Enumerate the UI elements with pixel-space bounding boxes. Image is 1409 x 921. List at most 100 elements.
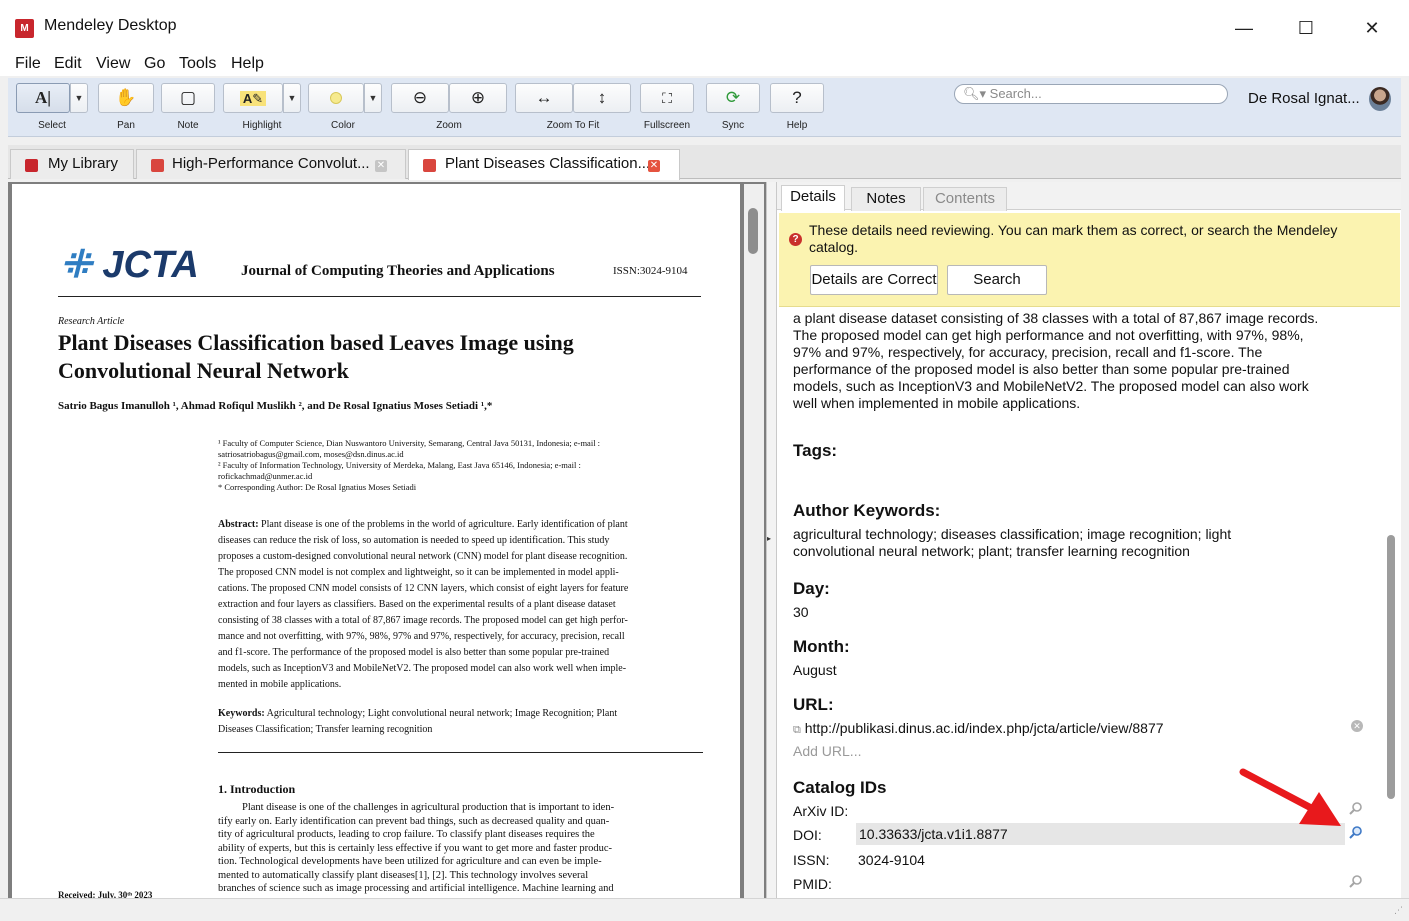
tab-plant-diseases[interactable]: Plant Diseases Classification... ✕ bbox=[408, 149, 680, 180]
tab-notes[interactable]: Notes bbox=[851, 187, 921, 211]
maximize-button[interactable]: ☐ bbox=[1286, 14, 1326, 42]
fullscreen-label: Fullscreen bbox=[643, 120, 691, 131]
pan-label: Pan bbox=[117, 120, 135, 131]
close-tab-icon[interactable]: ✕ bbox=[648, 160, 660, 172]
color-dropdown-arrow[interactable]: ▼ bbox=[364, 83, 382, 113]
fit-height-button[interactable]: ↕ bbox=[573, 83, 631, 113]
pdf-scrollbar-thumb[interactable] bbox=[748, 208, 758, 254]
select-dropdown-arrow[interactable]: ▼ bbox=[70, 83, 88, 113]
highlight-label: Highlight bbox=[242, 120, 282, 131]
tab-label: My Library bbox=[48, 155, 119, 172]
minimize-button[interactable]: — bbox=[1224, 14, 1264, 42]
text-line: and f1-score. The performance of the pro… bbox=[218, 647, 610, 658]
pdf-keywords: Keywords: Agricultural technology; Light… bbox=[218, 708, 618, 735]
search-input[interactable]: 🔍︎▾ Search... bbox=[954, 84, 1228, 104]
warning-icon: ? bbox=[789, 233, 802, 246]
clear-url-icon[interactable]: ✕ bbox=[1351, 720, 1363, 732]
details-correct-button[interactable]: Details are Correct bbox=[810, 265, 938, 295]
abstract-field[interactable]: a plant disease dataset consisting of 38… bbox=[793, 310, 1368, 412]
highlight-tool-button[interactable]: A✎ bbox=[223, 83, 283, 113]
day-label: Day: bbox=[793, 579, 830, 598]
menu-help[interactable]: Help bbox=[231, 55, 264, 73]
tab-high-performance[interactable]: High-Performance Convolut... ✕ bbox=[136, 149, 406, 179]
zoom-in-button[interactable]: ⊕ bbox=[449, 83, 507, 113]
pdf-icon bbox=[151, 159, 164, 172]
close-tab-icon[interactable]: ✕ bbox=[375, 160, 387, 172]
pdf-scrollbar[interactable] bbox=[744, 184, 764, 898]
tab-details[interactable]: Details bbox=[781, 185, 845, 211]
pdf-abstract: Abstract: Plant disease is one of the pr… bbox=[218, 517, 703, 693]
day-value[interactable]: 30 bbox=[793, 604, 809, 620]
text-line: well when implemented in mobile applicat… bbox=[793, 395, 1081, 411]
resize-grip-icon[interactable]: ⋰ bbox=[1394, 905, 1403, 916]
select-tool-button[interactable]: A| bbox=[16, 83, 70, 113]
menu-go[interactable]: Go bbox=[144, 55, 165, 73]
jcta-logo-mark-icon: ⁜ bbox=[60, 244, 92, 286]
doi-label: DOI: bbox=[793, 827, 822, 843]
text-line: rofickachmad@unmer.ac.id bbox=[218, 471, 313, 481]
details-scrollbar-thumb[interactable] bbox=[1387, 535, 1395, 799]
zoom-in-icon: ⊕ bbox=[470, 88, 486, 107]
hand-icon: ✋ bbox=[115, 88, 137, 107]
text-line: cations. The proposed CNN model consists… bbox=[218, 583, 629, 594]
help-button[interactable]: ? bbox=[770, 83, 824, 113]
toolbar: A| ▼ ✋ ▢ A✎ ▼ ▼ ⊖ ⊕ ↔ ↕ ⛶ ⟳ ? Select Pan… bbox=[8, 78, 1401, 137]
collapse-arrow-icon[interactable]: ▸ bbox=[767, 534, 771, 543]
avatar[interactable] bbox=[1369, 87, 1391, 111]
menu-view[interactable]: View bbox=[96, 55, 130, 73]
pmid-label: PMID: bbox=[793, 876, 832, 892]
user-name[interactable]: De Rosal Ignat... bbox=[1248, 90, 1360, 107]
menu-file[interactable]: File bbox=[15, 55, 41, 73]
author-keywords-value[interactable]: agricultural technology; diseases classi… bbox=[793, 526, 1231, 560]
note-label: Note bbox=[177, 120, 199, 131]
pdf-viewer[interactable]: ⁜ JCTA Journal of Computing Theories and… bbox=[8, 182, 766, 898]
pan-tool-button[interactable]: ✋ bbox=[98, 83, 154, 113]
fit-width-button[interactable]: ↔ bbox=[515, 83, 573, 113]
close-button[interactable]: ✕ bbox=[1352, 14, 1392, 42]
add-url-link[interactable]: Add URL... bbox=[793, 743, 861, 759]
tab-contents[interactable]: Contents bbox=[923, 187, 1007, 211]
header-rule bbox=[58, 296, 701, 297]
doi-lookup-icon[interactable] bbox=[1349, 825, 1363, 839]
issn-value[interactable]: 3024-9104 bbox=[858, 852, 925, 868]
menu-edit[interactable]: Edit bbox=[54, 55, 82, 73]
color-label: Color bbox=[331, 120, 355, 131]
url-value[interactable]: http://publikasi.dinus.ac.id/index.php/j… bbox=[805, 720, 1164, 736]
pane-splitter[interactable]: ▸ bbox=[766, 182, 776, 898]
text-line: ² Faculty of Information Technology, Uni… bbox=[218, 460, 581, 470]
pmid-lookup-icon[interactable] bbox=[1349, 874, 1363, 888]
color-button[interactable] bbox=[308, 83, 364, 113]
paper-authors: Satrio Bagus Imanulloh ¹, Ahmad Rofiqul … bbox=[58, 400, 493, 412]
text-line: models, such as InceptionV3 and MobileNe… bbox=[218, 663, 627, 674]
journal-issn: ISSN:3024-9104 bbox=[613, 265, 688, 277]
text-line: 97% and 97%, respectively, for accuracy,… bbox=[793, 344, 1263, 360]
issn-label: ISSN: bbox=[793, 852, 830, 868]
mendeley-app-icon: M bbox=[15, 19, 34, 38]
text-line: tify early on. Early identification can … bbox=[218, 815, 610, 827]
note-tool-button[interactable]: ▢ bbox=[161, 83, 215, 113]
text-line: * Corresponding Author: De Rosal Ignatiu… bbox=[218, 482, 417, 492]
month-value[interactable]: August bbox=[793, 662, 837, 678]
details-scrollbar[interactable] bbox=[1380, 310, 1400, 898]
menu-tools[interactable]: Tools bbox=[179, 55, 216, 73]
text-line: models, such as InceptionV3 and MobileNe… bbox=[793, 378, 1309, 394]
document-tab-bar: My Library High-Performance Convolut... … bbox=[8, 145, 1401, 180]
text-line: ability of experts, but this is certainl… bbox=[218, 842, 613, 854]
tags-label: Tags: bbox=[793, 441, 838, 460]
zoom-out-button[interactable]: ⊖ bbox=[391, 83, 449, 113]
pdf-page[interactable]: ⁜ JCTA Journal of Computing Theories and… bbox=[12, 184, 740, 898]
help-label: Help bbox=[786, 120, 808, 131]
search-catalog-button[interactable]: Search bbox=[947, 265, 1047, 295]
arxiv-label: ArXiv ID: bbox=[793, 803, 849, 819]
url-row[interactable]: ⧉ http://publikasi.dinus.ac.id/index.php… bbox=[793, 720, 1164, 737]
sync-button[interactable]: ⟳ bbox=[706, 83, 760, 113]
fullscreen-button[interactable]: ⛶ bbox=[640, 83, 694, 113]
fullscreen-icon: ⛶ bbox=[662, 90, 672, 106]
select-label: Select bbox=[38, 120, 66, 131]
highlight-dropdown-arrow[interactable]: ▼ bbox=[283, 83, 301, 113]
text-line: diseases can reduce the risk of loss, so… bbox=[218, 535, 610, 546]
tab-my-library[interactable]: My Library bbox=[10, 149, 134, 179]
arxiv-lookup-icon[interactable] bbox=[1349, 801, 1363, 815]
menu-bar: File Edit View Go Tools Help bbox=[0, 54, 1409, 76]
details-tab-bar: Details Notes Contents bbox=[777, 182, 1401, 211]
